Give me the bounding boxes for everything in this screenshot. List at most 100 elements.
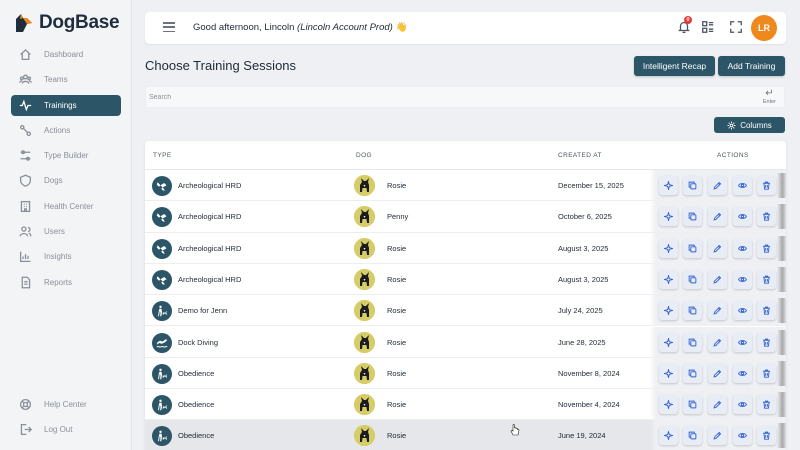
- table-row[interactable]: Archeological HRD Rosie August 3, 2025: [145, 232, 786, 264]
- eye-icon: [738, 245, 747, 251]
- row-actions: [650, 389, 786, 421]
- duplicate-button[interactable]: [683, 269, 702, 289]
- table-row[interactable]: Obedience Rosie June 19, 2024: [145, 420, 786, 450]
- sidebar-item-health-center[interactable]: Health Center: [11, 196, 121, 217]
- avatar[interactable]: LR: [751, 15, 777, 41]
- table-row[interactable]: Archeological HRD Penny October 6, 2025: [145, 201, 786, 233]
- ai-recap-button[interactable]: [659, 238, 678, 258]
- trash-icon: [763, 244, 770, 253]
- ai-recap-button[interactable]: [659, 269, 678, 289]
- column-header-type[interactable]: TYPE: [153, 152, 172, 159]
- enter-button[interactable]: ↵ Enter: [762, 89, 776, 106]
- column-header-created-at[interactable]: CREATED AT: [558, 152, 602, 159]
- sidebar-item-reports[interactable]: Reports: [11, 272, 121, 293]
- edit-button[interactable]: [708, 269, 727, 289]
- ai-recap-button[interactable]: [659, 332, 678, 352]
- edit-button[interactable]: [708, 395, 727, 415]
- edit-button[interactable]: [708, 363, 727, 383]
- logo[interactable]: DogBase: [14, 12, 120, 34]
- ai-recap-button[interactable]: [659, 176, 678, 195]
- delete-button[interactable]: [757, 207, 776, 227]
- copy-icon: [688, 400, 697, 409]
- duplicate-button[interactable]: [683, 238, 702, 258]
- row-actions: [650, 263, 786, 295]
- view-button[interactable]: [733, 332, 752, 352]
- ai-recap-button[interactable]: [659, 363, 678, 383]
- sidebar-item-type-builder[interactable]: Type Builder: [11, 145, 121, 166]
- copy-icon: [688, 244, 697, 252]
- layout-grid-icon[interactable]: [701, 20, 715, 34]
- duplicate-button[interactable]: [683, 301, 702, 321]
- edit-button[interactable]: [708, 207, 727, 227]
- pencil-icon: [713, 181, 722, 190]
- column-header-dog[interactable]: DOG: [356, 152, 372, 159]
- hamburger-menu-icon[interactable]: [163, 22, 175, 33]
- gear-icon: [727, 121, 736, 129]
- delete-button[interactable]: [757, 238, 776, 258]
- trash-icon: [763, 432, 770, 440]
- fullscreen-icon[interactable]: [729, 20, 743, 34]
- sidebar-item-actions[interactable]: Actions: [11, 120, 121, 141]
- sidebar-item-trainings[interactable]: Trainings: [11, 94, 121, 116]
- view-button[interactable]: [733, 301, 752, 321]
- delete-button[interactable]: [757, 269, 776, 289]
- table-row[interactable]: Archeological HRD Rosie August 3, 2025: [145, 263, 786, 296]
- sidebar-item-dashboard[interactable]: Dashboard: [11, 44, 121, 65]
- row-actions: [650, 357, 786, 389]
- edit-button[interactable]: [708, 332, 727, 352]
- duplicate-button[interactable]: [683, 176, 702, 195]
- trash-icon: [763, 400, 770, 409]
- sidebar-item-teams[interactable]: Teams: [11, 69, 121, 90]
- delete-button[interactable]: [757, 332, 776, 352]
- view-button[interactable]: [733, 176, 752, 195]
- delete-button[interactable]: [757, 426, 776, 446]
- duplicate-button[interactable]: [683, 363, 702, 383]
- view-button[interactable]: [733, 395, 752, 415]
- duplicate-button[interactable]: [683, 426, 702, 446]
- training-type: Obedience: [178, 431, 215, 441]
- ai-recap-button[interactable]: [659, 395, 678, 415]
- edit-button[interactable]: [708, 426, 727, 446]
- delete-button[interactable]: [757, 363, 776, 383]
- edit-button[interactable]: [708, 301, 727, 321]
- intelligent-recap-button[interactable]: Intelligent Recap: [634, 56, 715, 76]
- eye-icon: [738, 277, 747, 282]
- sidebar-item-help-center[interactable]: Help Center: [11, 394, 121, 415]
- trash-icon: [763, 369, 770, 378]
- duplicate-button[interactable]: [683, 207, 702, 227]
- training-type: Dock Diving: [178, 337, 219, 347]
- copy-icon: [688, 181, 697, 190]
- table-row[interactable]: Archeological HRD Rosie December 15, 2025: [145, 170, 786, 202]
- view-button[interactable]: [733, 269, 752, 289]
- table-row[interactable]: Dock Diving Rosie June 28, 2025: [145, 326, 786, 358]
- view-button[interactable]: [733, 426, 752, 446]
- edit-button[interactable]: [708, 238, 727, 258]
- sidebar-item-dogs[interactable]: Dogs: [11, 170, 121, 191]
- enter-label: Enter: [762, 99, 776, 105]
- table-row[interactable]: Obedience Rosie November 8, 2024: [145, 357, 786, 390]
- ai-recap-button[interactable]: [659, 426, 678, 446]
- duplicate-button[interactable]: [683, 395, 702, 415]
- handler-dog-icon: [152, 301, 172, 322]
- view-button[interactable]: [733, 207, 752, 227]
- delete-button[interactable]: [757, 176, 776, 195]
- ai-recap-button[interactable]: [659, 301, 678, 321]
- view-button[interactable]: [733, 363, 752, 383]
- eye-icon: [738, 402, 747, 407]
- sidebar-item-users[interactable]: Users: [11, 221, 121, 242]
- duplicate-button[interactable]: [683, 332, 702, 352]
- edit-button[interactable]: [708, 176, 727, 195]
- columns-button[interactable]: Columns: [714, 117, 785, 133]
- search-input[interactable]: [149, 91, 709, 104]
- sidebar-item-label: Dashboard: [44, 50, 84, 59]
- delete-button[interactable]: [757, 301, 776, 321]
- ai-recap-button[interactable]: [659, 207, 678, 227]
- table-row[interactable]: Obedience Rosie November 4, 2024: [145, 389, 786, 421]
- view-button[interactable]: [733, 238, 752, 258]
- sidebar-item-log-out[interactable]: Log Out: [11, 419, 121, 440]
- teams-icon: [18, 73, 32, 87]
- delete-button[interactable]: [757, 395, 776, 415]
- add-training-button[interactable]: Add Training: [718, 56, 785, 76]
- table-row[interactable]: Demo for Jenn Rosie July 24, 2025: [145, 295, 786, 327]
- sidebar-item-insights[interactable]: Insights: [11, 246, 121, 267]
